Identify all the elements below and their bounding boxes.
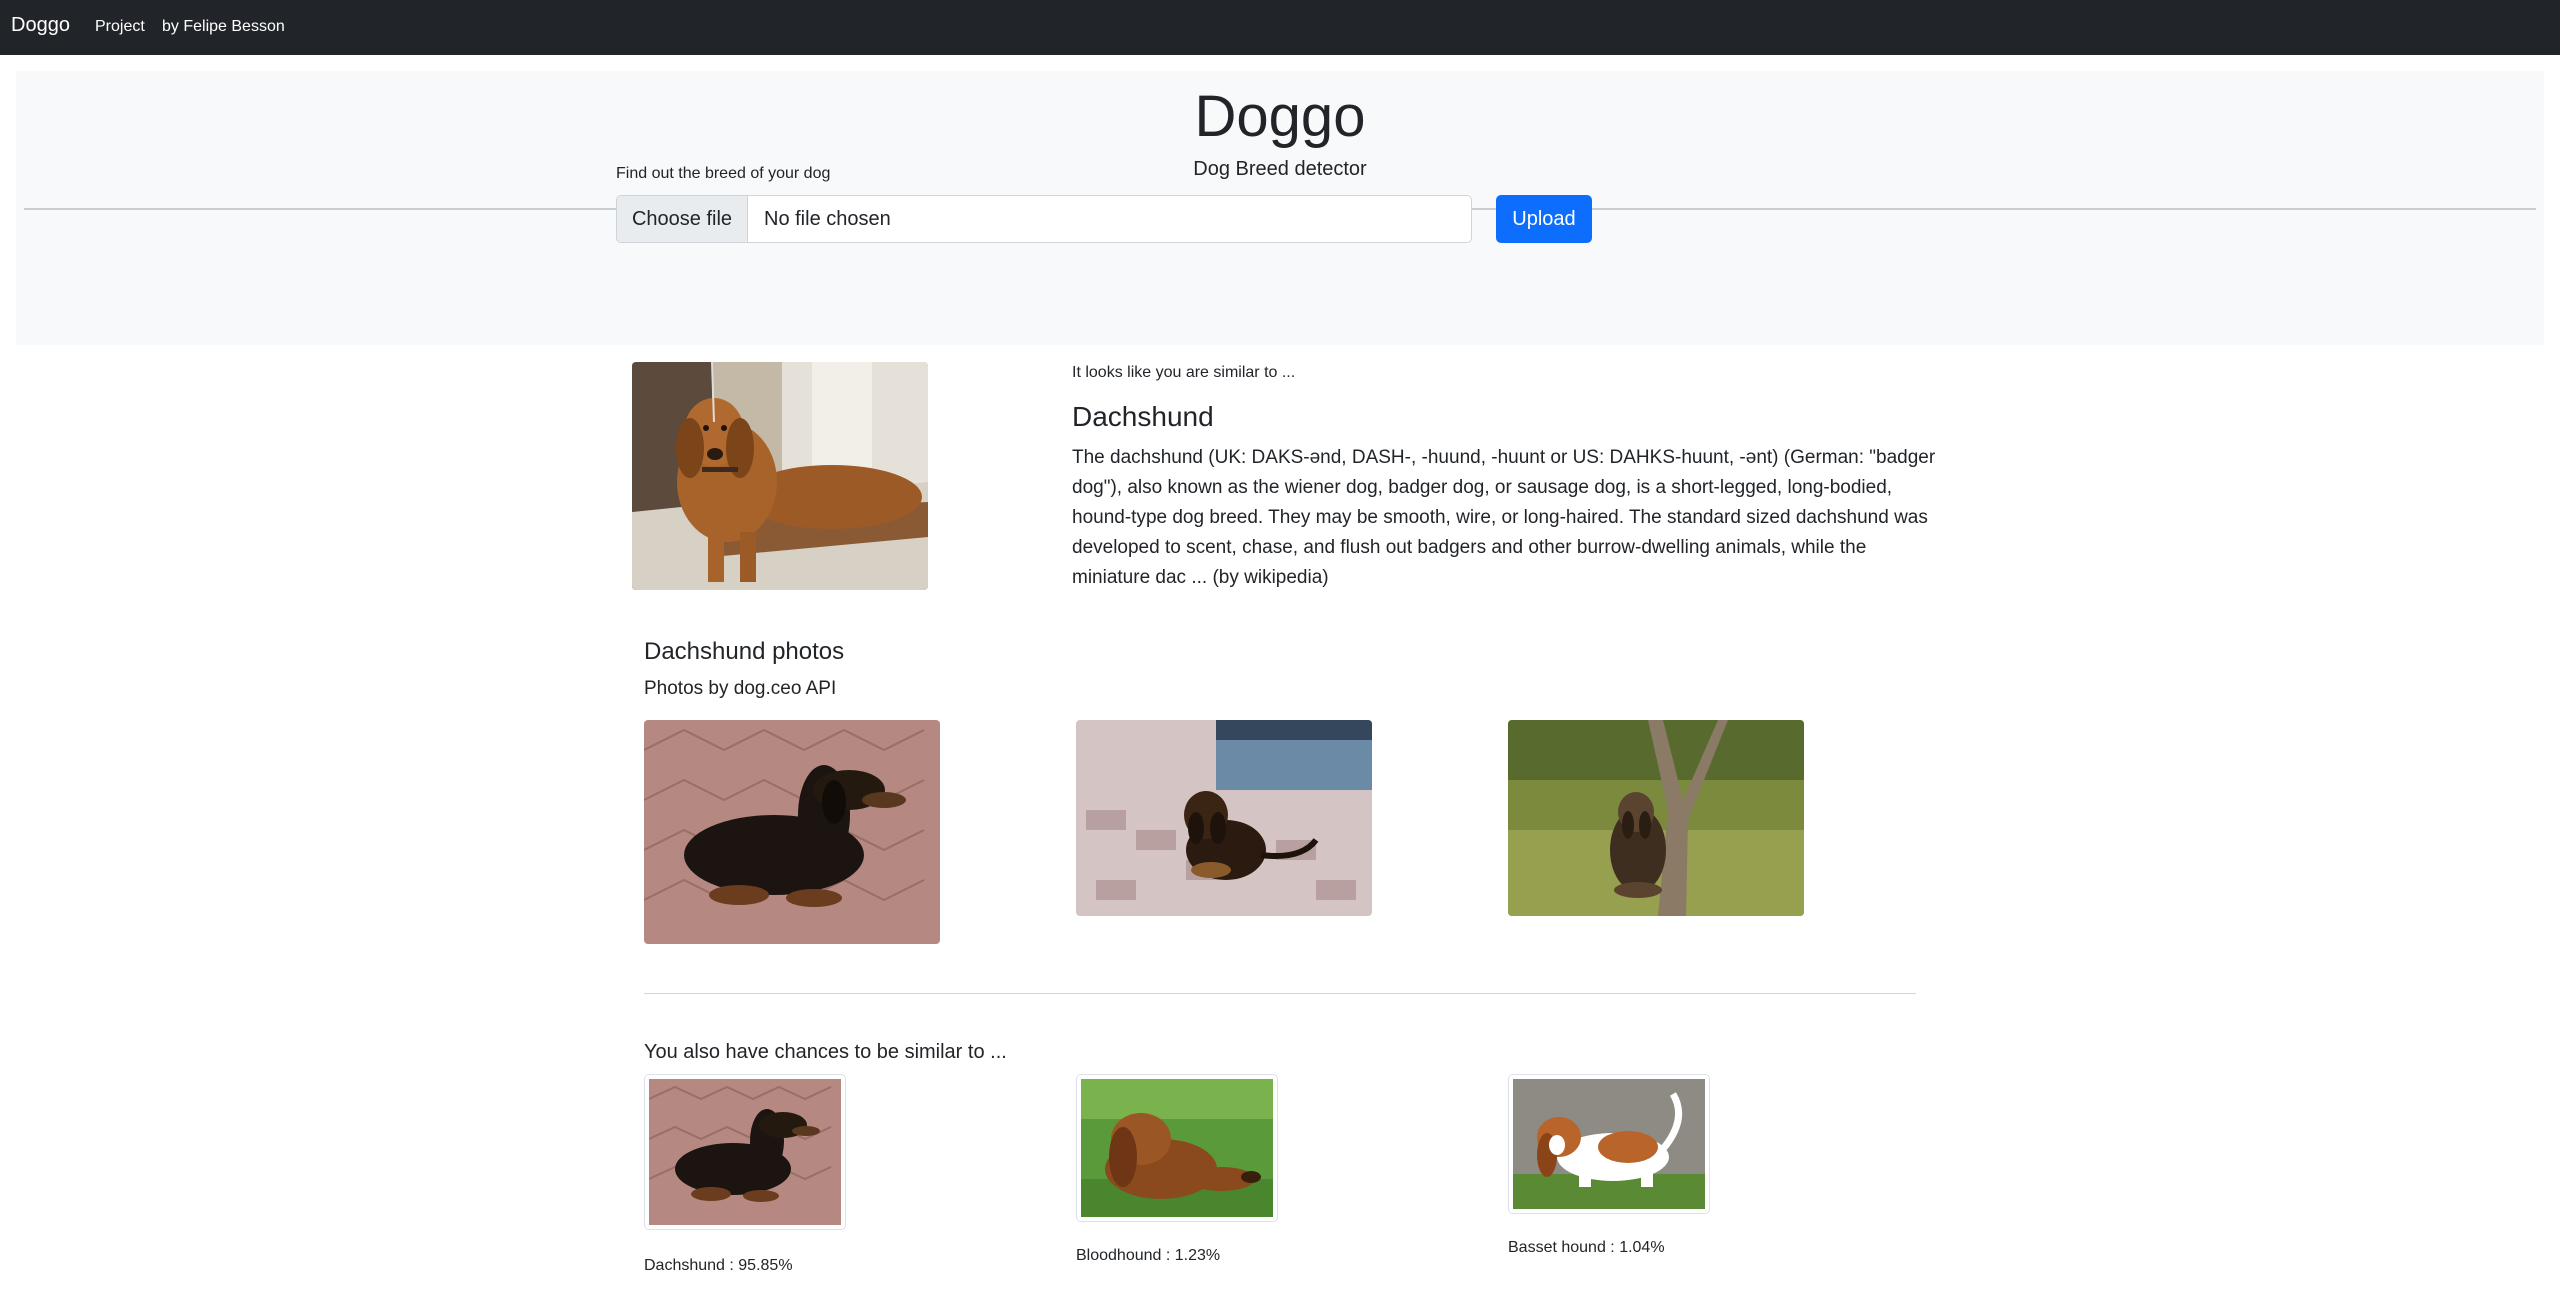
breed-photo-1: [644, 720, 940, 944]
chance-thumb-dachshund: [644, 1074, 846, 1230]
chances-title: You also have chances to be similar to .…: [644, 1041, 1007, 1063]
result-intro: It looks like you are similar to ...: [1072, 364, 1296, 381]
choose-file-button[interactable]: Choose file: [617, 196, 748, 242]
nav-link-project[interactable]: Project: [95, 18, 145, 36]
navbar: Doggo Project by Felipe Besson: [0, 0, 2560, 55]
chance-thumb-bloodhound: [1076, 1074, 1278, 1222]
chance-label-dachshund: Dachshund : 95.85%: [644, 1257, 793, 1274]
navbar-brand[interactable]: Doggo: [11, 14, 70, 37]
chance-label-basset-hound: Basset hound : 1.04%: [1508, 1239, 1665, 1256]
chance-label-bloodhound: Bloodhound : 1.23%: [1076, 1247, 1221, 1264]
breed-photo-3: [1508, 720, 1804, 916]
chance-thumb-basset-hound: [1508, 1074, 1710, 1214]
uploaded-dog-photo: [632, 362, 928, 590]
section-divider: [644, 993, 1916, 994]
file-name-text: No file chosen: [764, 208, 891, 230]
breed-photo-2: [1076, 720, 1372, 916]
page-subtitle: Dog Breed detector: [1193, 158, 1367, 180]
nav-link-author[interactable]: by Felipe Besson: [162, 18, 285, 36]
upload-button[interactable]: Upload: [1496, 195, 1592, 243]
file-input[interactable]: Choose file No file chosen: [616, 195, 1472, 243]
page-title: Doggo: [1194, 84, 1366, 149]
result-description: The dachshund (UK: DAKS-ənd, DASH-, -huu…: [1072, 447, 1936, 588]
photos-subtitle: Photos by dog.ceo API: [644, 678, 837, 699]
photos-title: Dachshund photos: [644, 638, 845, 665]
upload-label: Find out the breed of your dog: [616, 165, 831, 182]
result-breed-name: Dachshund: [1072, 401, 1214, 432]
